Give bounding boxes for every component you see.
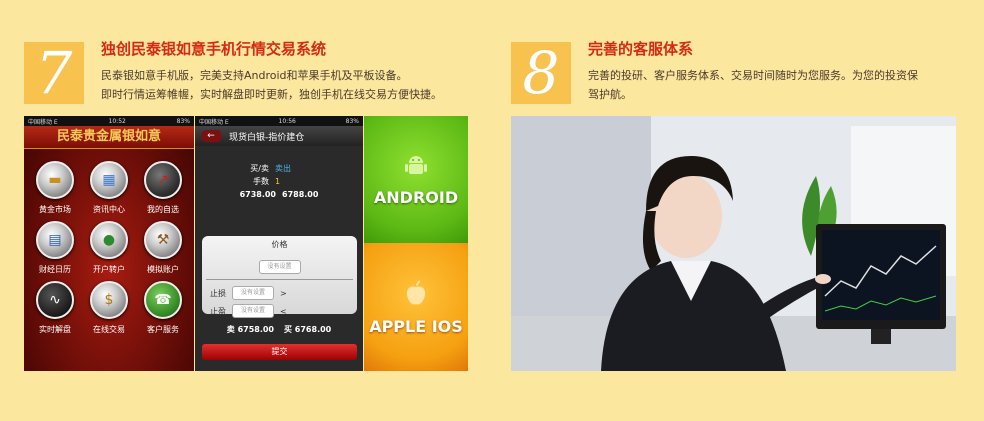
customer-service-photo — [511, 116, 956, 371]
service-agent-illustration — [511, 116, 956, 371]
quote-row: 6738.00 6788.00 — [195, 188, 363, 201]
take-profit-label: 止盈 — [210, 306, 226, 316]
section-7-title: 独创民泰银如意手机行情交易系统 — [101, 40, 327, 58]
carrier-text: 中国移动 E — [199, 118, 229, 126]
back-arrow-icon[interactable]: ← — [201, 130, 221, 142]
status-bar: 中国移动 E 10:52 83% — [24, 116, 194, 126]
quote-right: 6788.00 — [282, 190, 319, 199]
app-customer-service[interactable]: ☎ 客户服务 — [136, 281, 190, 335]
section-7-desc-line-2: 即时行情运筹帷幄，实时解盘即时更新，独创手机在线交易方便快捷。 — [101, 88, 442, 101]
quantity-row[interactable]: 手数 1 — [195, 175, 363, 188]
nav-bar: ← 现货白银-指价建仓 — [195, 126, 363, 146]
price-panel: 价格 没有设置 止损 没有设置 > 止盈 没有设置 < — [202, 236, 357, 318]
section-8-title: 完善的客服体系 — [588, 40, 694, 58]
stop-loss-input[interactable]: 没有设置 — [232, 286, 274, 300]
ios-label: APPLE IOS — [369, 316, 463, 336]
app-gold-market[interactable]: ▬ 黄金市场 — [28, 161, 82, 215]
nav-title: 现货白银-指价建仓 — [229, 132, 305, 143]
gold-bars-icon: ▬ — [36, 161, 74, 199]
live-chart-icon: ∿ — [36, 281, 74, 319]
ios-tile[interactable]: APPLE IOS — [364, 243, 468, 371]
app-grid: ▬ 黄金市场 ▦ 资讯中心 ↗ 我的自选 ▤ 财经日历 ● 开户转户 ⚒ 模拟账… — [24, 149, 194, 335]
phone-trade-form-screenshot: 中国移动 E 10:56 83% ← 现货白银-指价建仓 买/卖 卖出 手数 1… — [195, 116, 363, 371]
app-open-account[interactable]: ● 开户转户 — [82, 221, 136, 275]
clock-text: 10:52 — [108, 117, 126, 125]
status-bar: 中国移动 E 10:56 83% — [195, 116, 363, 126]
user-icon: ● — [90, 221, 128, 259]
section-8-desc-line-1: 完善的投研、客户服务体系、交易时间随时为您服务。为您的投资保 — [588, 69, 918, 82]
section-7-number: 7 — [24, 42, 84, 104]
calendar-icon: ▤ — [36, 221, 74, 259]
apple-logo-icon — [406, 279, 426, 304]
submit-button[interactable]: 提交 — [202, 344, 357, 360]
stop-loss-label: 止损 — [210, 288, 226, 298]
app-my-watchlist[interactable]: ↗ 我的自选 — [136, 161, 190, 215]
android-robot-icon — [405, 156, 427, 174]
quote-left: 6738.00 — [239, 190, 276, 199]
android-label: ANDROID — [373, 188, 459, 207]
take-profit-input[interactable]: 没有设置 — [232, 304, 274, 318]
money-bag-icon: $ — [90, 281, 128, 319]
phone-app-home-screenshot: 中国移动 E 10:52 83% 民泰贵金属银如意 ▬ 黄金市场 ▦ 资讯中心 … — [24, 116, 194, 371]
section-7-desc-line-1: 民泰银如意手机版，完美支持Android和苹果手机及平板设备。 — [101, 69, 408, 82]
chart-icon: ↗ — [144, 161, 182, 199]
app-demo-account[interactable]: ⚒ 模拟账户 — [136, 221, 190, 275]
carrier-text: 中国移动 E — [28, 118, 58, 126]
app-finance-calendar[interactable]: ▤ 财经日历 — [28, 221, 82, 275]
buy-sell-row[interactable]: 买/卖 卖出 — [195, 162, 363, 175]
app-news-center[interactable]: ▦ 资讯中心 — [82, 161, 136, 215]
clock-text: 10:56 — [278, 117, 296, 125]
phone-icon: ☎ — [144, 281, 182, 319]
app-online-trading[interactable]: $ 在线交易 — [82, 281, 136, 335]
section-8-desc-line-2: 驾护航。 — [588, 88, 632, 101]
app-live-analysis[interactable]: ∿ 实时解盘 — [28, 281, 82, 335]
battery-text: 83% — [176, 117, 190, 125]
battery-text: 83% — [345, 117, 359, 125]
hammer-icon: ⚒ — [144, 221, 182, 259]
section-8-number: 8 — [511, 42, 571, 104]
quantity-value: 1 — [275, 177, 281, 186]
price-label: 价格 — [271, 240, 288, 249]
sell-price: 6758.00 — [237, 325, 274, 334]
news-icon: ▦ — [90, 161, 128, 199]
sell-buy-quotes: 卖 6758.00 买 6768.00 — [226, 325, 332, 334]
android-tile[interactable]: ANDROID — [364, 116, 468, 243]
buy-price: 6768.00 — [294, 325, 332, 334]
price-input[interactable]: 没有设置 — [258, 260, 301, 274]
buy-sell-value: 卖出 — [275, 164, 291, 173]
app-title: 民泰贵金属银如意 — [24, 126, 194, 149]
